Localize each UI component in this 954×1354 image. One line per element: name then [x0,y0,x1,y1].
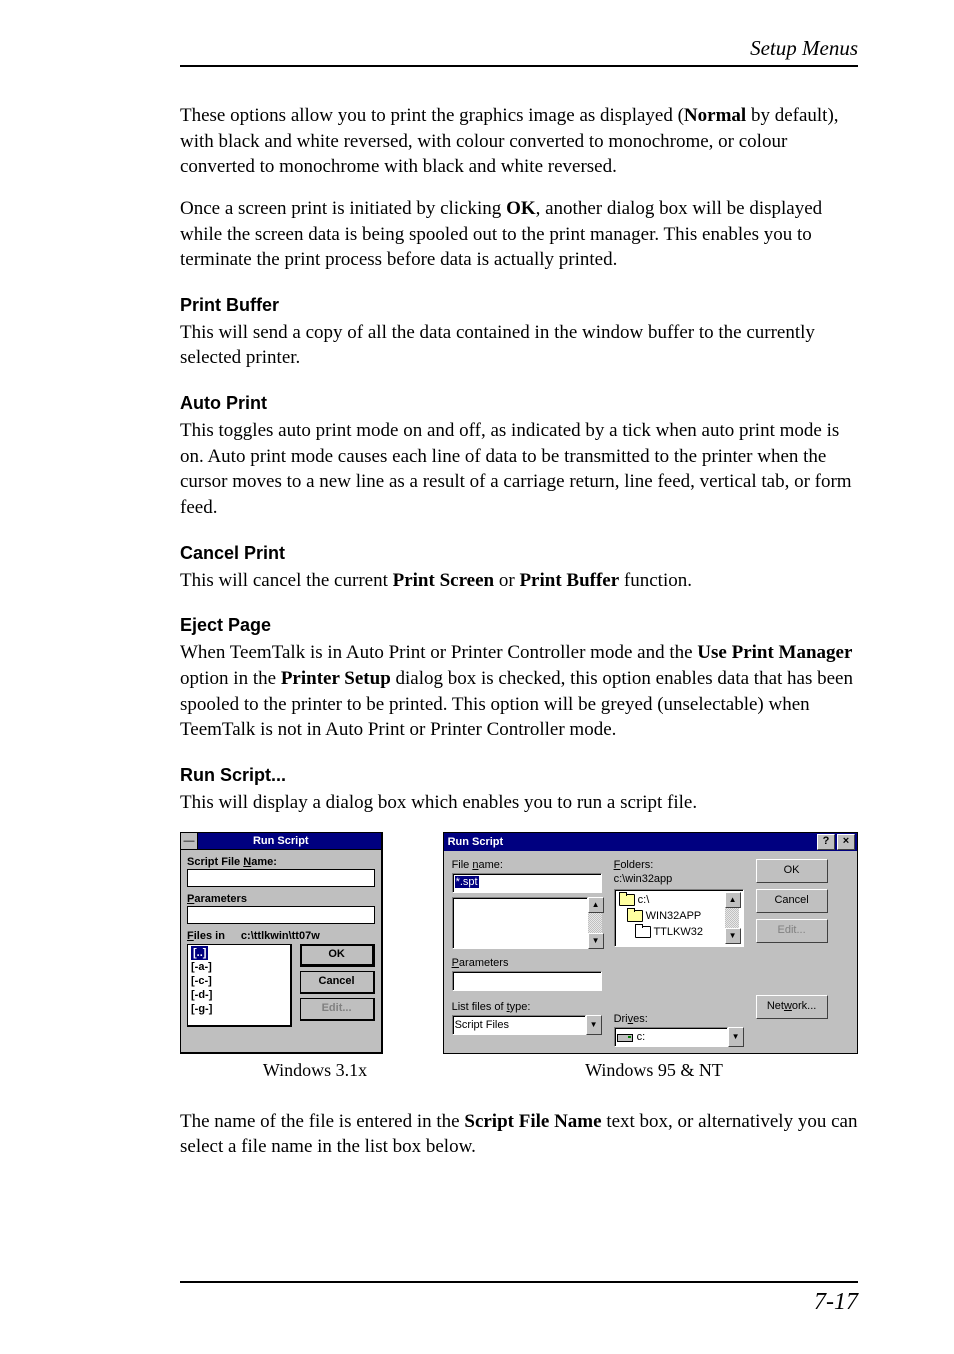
titlebar-win95[interactable]: Run Script ? × [444,833,857,851]
text-eject-page: When TeemTalk is in Auto Print or Printe… [180,640,858,743]
post-figure-text: The name of the file is entered in the S… [180,1109,858,1160]
cp-c: function. [619,570,692,591]
p1-bold: Normal [684,105,746,126]
cp-b1: Print Screen [393,570,495,591]
text-print-buffer: This will send a copy of all the data co… [180,320,858,371]
list-item[interactable]: [-c-] [191,974,287,988]
label-file-name: File name: [452,859,602,871]
title-text-win31: Run Script [253,835,309,847]
caption-win95: Windows 95 & NT [450,1060,858,1081]
close-icon[interactable]: × [837,834,855,850]
list-item[interactable]: TTLKW32 [619,924,703,940]
caption-win31: Windows 3.1x [180,1060,450,1081]
chevron-down-icon[interactable]: ▼ [728,1027,744,1047]
file-listbox-win31[interactable]: [..] [-a-] [-c-] [-d-] [-g-] [187,944,292,1027]
list-item[interactable]: [-a-] [191,960,287,974]
cancel-button-win31[interactable]: Cancel [300,971,375,994]
open-folder-icon [627,910,643,922]
pt-b: Script File Name [464,1111,601,1132]
cp-b2: Print Buffer [519,570,619,591]
heading-auto-print: Auto Print [180,393,858,414]
label-folders: Folders: [614,859,744,871]
cp-b: or [494,570,519,591]
path-files-in: c:\ttlkwin\tt07w [241,930,320,942]
chevron-down-icon[interactable]: ▼ [586,1015,602,1035]
scroll-up-icon[interactable]: ▲ [725,892,741,908]
label-list-files-type: List files of type: [452,1001,602,1013]
system-menu-icon[interactable] [181,833,198,849]
scrollbar[interactable]: ▲ ▼ [588,897,602,949]
list-item[interactable]: [-g-] [191,1002,287,1016]
para-2: Once a screen print is initiated by clic… [180,196,858,273]
heading-cancel-print: Cancel Print [180,543,858,564]
label-drives: Drives: [614,1013,744,1025]
page-number: 7-17 [814,1289,858,1315]
list-item[interactable]: WIN32APP [619,908,703,924]
cancel-button-win95[interactable]: Cancel [756,889,828,913]
heading-eject-page: Eject Page [180,615,858,636]
file-listbox-win95[interactable] [452,897,588,949]
title-text-win95: Run Script [448,833,504,851]
list-item[interactable]: [-d-] [191,988,287,1002]
list-item[interactable]: [..] [191,946,208,960]
text-cancel-print: This will cancel the current Print Scree… [180,568,858,594]
ok-button-win31[interactable]: OK [300,944,375,967]
folder-icon [635,926,651,938]
ep-a: When TeemTalk is in Auto Print or Printe… [180,642,697,663]
dialog-win95: Run Script ? × File name: *.spt ▲ [443,832,858,1054]
scroll-up-icon[interactable]: ▲ [588,897,604,913]
ep-b1: Use Print Manager [697,642,852,663]
combo-file-type[interactable]: Script Files ▼ [452,1015,602,1033]
open-folder-icon [619,894,635,906]
pt-a: The name of the file is entered in the [180,1111,464,1132]
heading-print-buffer: Print Buffer [180,295,858,316]
p2-bold: OK [506,198,536,219]
label-parameters: Parameters [187,893,375,905]
combo-value: c: [637,1029,646,1045]
input-parameters-win95[interactable] [452,971,602,991]
edit-button-win95: Edit... [756,919,828,943]
scroll-down-icon[interactable]: ▼ [588,933,604,949]
text-auto-print: This toggles auto print mode on and off,… [180,418,858,521]
input-parameters-win31[interactable] [187,906,375,924]
label-script-file-name: Script File Name: [187,856,375,868]
label-parameters-win95: Parameters [452,957,602,969]
section-title: Setup Menus [180,36,858,61]
dialog-win31: Run Script Script File Name: Parameters … [180,832,383,1054]
p1a: These options allow you to print the gra… [180,105,684,126]
ok-button-win95[interactable]: OK [756,859,828,883]
combo-drives[interactable]: c: ▼ [614,1027,744,1045]
drive-icon [617,1034,633,1042]
para-1: These options allow you to print the gra… [180,103,858,180]
input-file-name[interactable]: *.spt [452,873,602,893]
help-icon[interactable]: ? [817,834,835,850]
scrollbar[interactable]: ▲ ▼ [725,892,739,944]
label-files-in: Files in [187,930,225,942]
input-script-file-name[interactable] [187,869,375,887]
scroll-down-icon[interactable]: ▼ [725,928,741,944]
cp-a: This will cancel the current [180,570,393,591]
folders-path: c:\win32app [614,873,744,885]
p2a: Once a screen print is initiated by clic… [180,198,506,219]
combo-value: Script Files [455,1017,509,1033]
edit-button-win31: Edit... [300,998,375,1021]
titlebar-win31[interactable]: Run Script [181,833,381,850]
folder-listbox[interactable]: c:\ WIN32APP TTLKW32 ▲ ▼ [614,889,744,947]
heading-run-script: Run Script... [180,765,858,786]
network-button[interactable]: Network... [756,995,828,1019]
list-item[interactable]: c:\ [619,892,703,908]
text-run-script: This will display a dialog box which ena… [180,790,858,816]
ep-b: option in the [180,668,281,689]
ep-b2: Printer Setup [281,668,391,689]
